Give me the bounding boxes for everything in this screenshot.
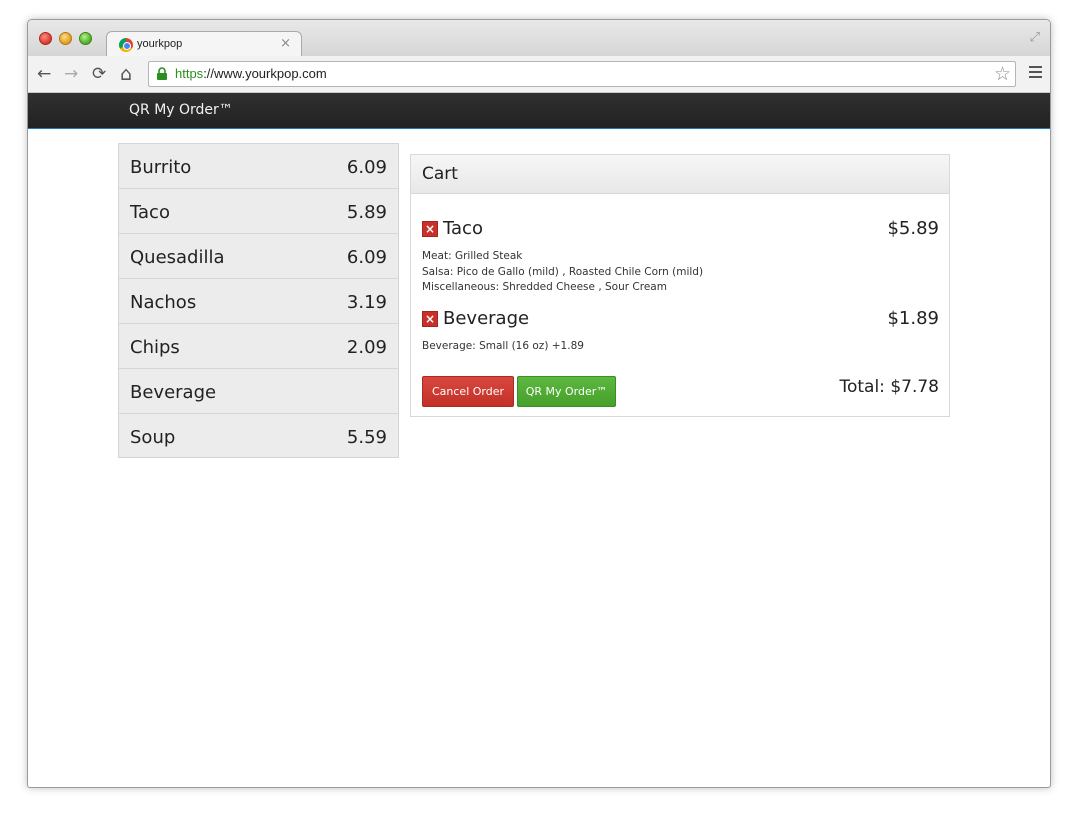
- star-icon[interactable]: ☆: [994, 63, 1011, 85]
- zoom-window-button[interactable]: [79, 32, 92, 45]
- url-host: ://www.yourkpop.com: [203, 66, 327, 81]
- menu-item-price: 6.09: [346, 157, 387, 178]
- address-bar[interactable]: https://www.yourkpop.com ☆: [148, 61, 1016, 87]
- cart-header: Cart: [411, 155, 949, 194]
- url-text[interactable]: https://www.yourkpop.com: [175, 66, 327, 81]
- site-navbar: QR My Order™: [28, 93, 1050, 129]
- cart-item-detail: Beverage: Small (16 oz) +1.89: [422, 340, 584, 352]
- lock-icon: [157, 67, 167, 80]
- minimize-window-button[interactable]: [59, 32, 72, 45]
- menu-item-name: Burrito: [130, 157, 192, 178]
- cart-item-name: Beverage: [443, 308, 530, 329]
- menu-item-soup[interactable]: Soup 5.59: [119, 414, 398, 457]
- chrome-favicon-icon: [119, 38, 133, 52]
- forward-icon[interactable]: →: [64, 64, 78, 84]
- tab-title: yourkpop: [137, 38, 183, 50]
- menu-item-name: Chips: [130, 337, 180, 358]
- fullscreen-icon[interactable]: ⤢: [1030, 30, 1040, 45]
- browser-tab[interactable]: yourkpop ×: [106, 31, 302, 57]
- menu-item-quesadilla[interactable]: Quesadilla 6.09: [119, 234, 398, 279]
- menu-item-name: Soup: [130, 427, 176, 448]
- cart-item-detail: Salsa: Pico de Gallo (mild) , Roasted Ch…: [422, 266, 704, 278]
- menu-item-name: Taco: [130, 202, 170, 223]
- back-icon[interactable]: ←: [37, 64, 51, 84]
- menu-item-price: 6.09: [346, 247, 387, 268]
- menu-item-chips[interactable]: Chips 2.09: [119, 324, 398, 369]
- menu-item-burrito[interactable]: Burrito 6.09: [119, 144, 398, 189]
- menu-item-price: 5.89: [346, 202, 387, 223]
- menu-item-price: 5.59: [346, 427, 387, 448]
- menu-item-beverage[interactable]: Beverage: [119, 369, 398, 414]
- browser-toolbar: ← → ⟳ ⌂ https://www.yourkpop.com ☆: [28, 56, 1050, 93]
- menu-item-name: Quesadilla: [130, 247, 225, 268]
- menu-list: Burrito 6.09 Taco 5.89 Quesadilla 6.09 N…: [118, 143, 399, 458]
- cart-panel: Cart × Taco $5.89 Meat: Grilled Steak Sa…: [410, 154, 950, 417]
- browser-window: yourkpop × ⤢ ← → ⟳ ⌂ https://www.yourkpo…: [27, 19, 1051, 788]
- cart-item-price: $5.89: [887, 218, 939, 239]
- cart-item-name: Taco: [443, 218, 483, 239]
- qr-my-order-button[interactable]: QR My Order™: [517, 376, 616, 407]
- menu-icon[interactable]: [1029, 66, 1042, 81]
- menu-item-price: 2.09: [346, 337, 387, 358]
- cart-item-price: $1.89: [887, 308, 939, 329]
- remove-icon[interactable]: ×: [422, 221, 438, 237]
- menu-item-nachos[interactable]: Nachos 3.19: [119, 279, 398, 324]
- close-window-button[interactable]: [39, 32, 52, 45]
- menu-item-name: Nachos: [130, 292, 197, 313]
- tab-close-icon[interactable]: ×: [280, 36, 291, 51]
- remove-icon[interactable]: ×: [422, 311, 438, 327]
- cart-title: Cart: [422, 164, 458, 184]
- cart-item-detail: Miscellaneous: Shredded Cheese , Sour Cr…: [422, 281, 667, 293]
- cart-item-detail: Meat: Grilled Steak: [422, 250, 523, 262]
- menu-item-taco[interactable]: Taco 5.89: [119, 189, 398, 234]
- site-brand[interactable]: QR My Order™: [129, 102, 233, 118]
- tab-strip: yourkpop × ⤢: [28, 20, 1050, 57]
- cancel-order-button[interactable]: Cancel Order: [422, 376, 514, 407]
- menu-item-name: Beverage: [130, 382, 217, 403]
- reload-icon[interactable]: ⟳: [92, 64, 106, 84]
- url-scheme: https: [175, 66, 204, 81]
- cart-total: Total: $7.78: [839, 377, 939, 397]
- menu-item-price: 3.19: [346, 292, 387, 313]
- home-icon[interactable]: ⌂: [120, 64, 132, 84]
